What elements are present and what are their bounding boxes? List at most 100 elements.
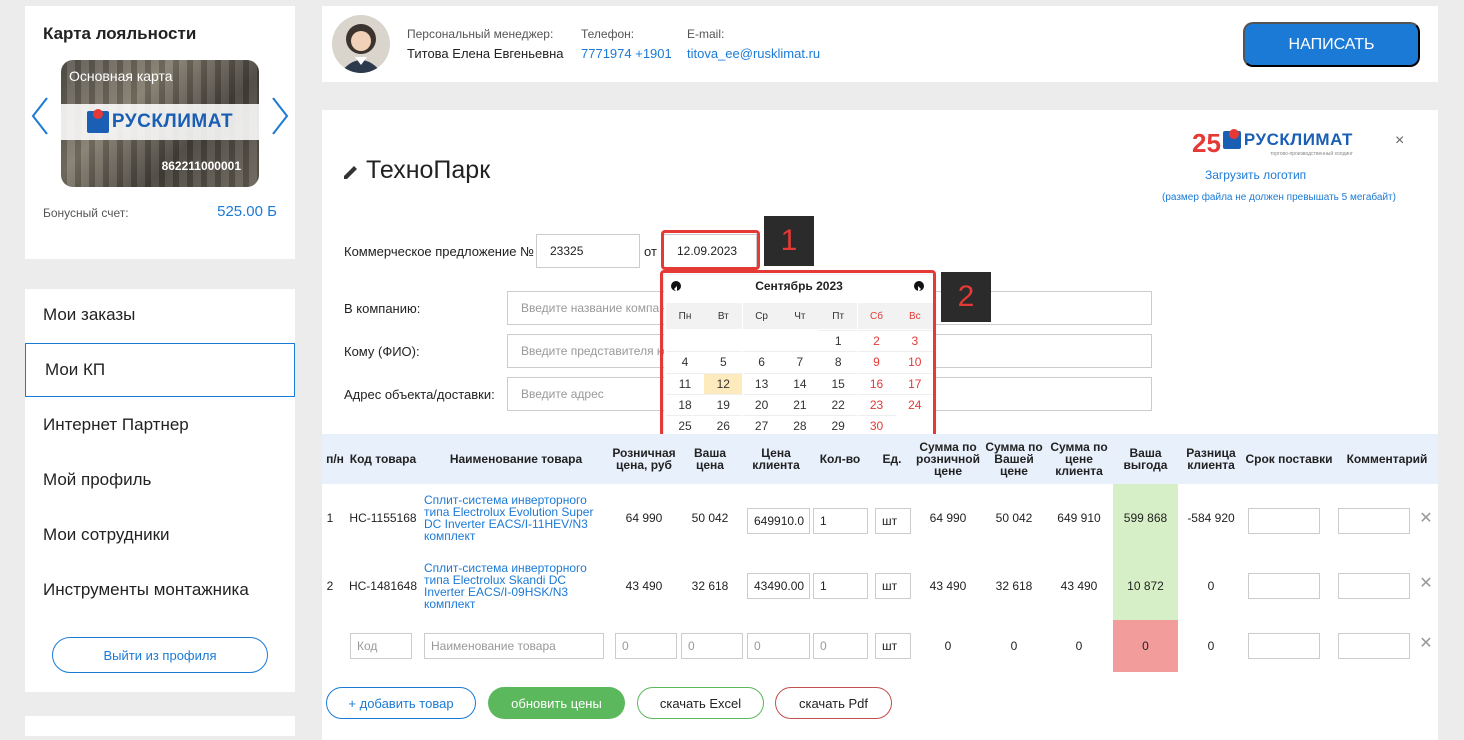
sum-retail: 64 990 <box>929 511 967 525</box>
menu-item-profile[interactable]: Мой профиль <box>25 453 295 507</box>
highlight-date <box>661 230 760 270</box>
download-pdf-button[interactable]: скачать Pdf <box>775 687 892 719</box>
table-row: 1 НС-1155168 Сплит-система инверторного … <box>322 484 1438 552</box>
email-link[interactable]: titova_ee@rusklimat.ru <box>687 46 820 61</box>
sum-your: 50 042 <box>995 511 1033 525</box>
sum-your: 32 618 <box>995 579 1033 593</box>
col-unit: Ед. <box>882 452 902 466</box>
your-price: 50 042 <box>691 511 729 525</box>
table-row: 2 НС-1481648 Сплит-система инверторного … <box>322 552 1438 620</box>
manager-label: Персональный менеджер: <box>407 27 554 41</box>
col-qty: Кол-во <box>819 452 861 466</box>
menu-item-internet-partner[interactable]: Интернет Партнер <box>25 398 295 452</box>
sum-client: 0 <box>1075 639 1083 653</box>
new-product-row: Код Наименование товара 0 0 0 0 шт 0 0 0… <box>322 620 1438 672</box>
table-header: п/н Код товара Наименование товара Розни… <box>322 434 1438 484</box>
bonus-value: 525.00 Б <box>217 203 277 220</box>
new-client-input[interactable]: 0 <box>747 633 810 659</box>
write-button[interactable]: НАПИСАТЬ <box>1243 22 1420 67</box>
new-name-input[interactable]: Наименование товара <box>424 633 604 659</box>
col-gain: Ваша выгода <box>1123 446 1168 472</box>
new-unit-select[interactable]: шт <box>875 633 911 659</box>
col-your-price: Ваша цена <box>693 446 726 472</box>
update-prices-button[interactable]: обновить цены <box>488 687 625 719</box>
col-client-price: Цена клиента <box>752 446 800 472</box>
to-label: Кому (ФИО): <box>344 344 420 359</box>
client-diff: -584 920 <box>1187 511 1235 525</box>
unit-select[interactable]: шт <box>875 573 911 599</box>
gain-value: 599 868 <box>1123 511 1168 525</box>
offer-number-input[interactable]: 23325 <box>536 234 640 268</box>
retail-price: 43 490 <box>625 579 663 593</box>
address-label: Адрес объекта/доставки: <box>344 387 495 402</box>
your-price: 32 618 <box>691 579 729 593</box>
col-sum-retail: Сумма по розничной цене <box>916 440 981 478</box>
loyalty-card-image: Основная карта РУСКЛИМАТ 862211000001 <box>61 60 259 187</box>
col-n: п/н <box>326 452 344 466</box>
chevron-right-icon[interactable] <box>269 94 291 138</box>
product-name-link[interactable]: Сплит-система инверторного типа Electrol… <box>424 552 608 620</box>
kp-title-wrap: ТехноПарк <box>342 156 490 185</box>
remove-row-icon[interactable]: ✕ <box>1418 508 1434 528</box>
gain-value: 10 872 <box>1127 579 1164 593</box>
sum-retail: 43 490 <box>929 579 967 593</box>
close-icon[interactable]: × <box>1395 132 1404 150</box>
delivery-input[interactable] <box>1248 508 1320 534</box>
product-name-link[interactable]: Сплит-система инверторного типа Electrol… <box>424 484 608 552</box>
new-code-input[interactable]: Код <box>350 633 412 659</box>
from-label: от <box>644 244 657 259</box>
bonus-label: Бонусный счет: <box>43 206 129 220</box>
sidebar-extra-panel <box>25 716 295 736</box>
chevron-left-icon[interactable] <box>29 94 51 138</box>
new-retail-input[interactable]: 0 <box>615 633 677 659</box>
company-label: В компанию: <box>344 301 421 316</box>
card-number: 862211000001 <box>161 159 241 173</box>
client-diff: 0 <box>1207 639 1215 653</box>
sum-retail: 0 <box>944 639 952 653</box>
logout-button[interactable]: Выйти из профиля <box>52 637 268 673</box>
qty-input[interactable]: 1 <box>813 508 868 534</box>
highlight-calendar <box>660 270 936 442</box>
new-your-input[interactable]: 0 <box>681 633 743 659</box>
delivery-input[interactable] <box>1248 633 1320 659</box>
comment-input[interactable] <box>1338 633 1410 659</box>
manager-name: Титова Елена Евгеньевна <box>407 46 564 61</box>
pencil-icon[interactable] <box>342 162 360 180</box>
phone-link[interactable]: 7771974 +1901 <box>581 46 672 61</box>
client-price-input[interactable]: 649910.0 <box>747 508 810 534</box>
col-sum-client: Сумма по цене клиента <box>1050 440 1108 478</box>
col-comment: Комментарий <box>1346 452 1428 466</box>
col-sum-your: Сумма по Вашей цене <box>985 440 1043 478</box>
avatar <box>332 15 390 73</box>
client-price-input[interactable]: 43490.00 <box>747 573 810 599</box>
col-delivery: Срок поставки <box>1245 452 1333 466</box>
qty-input[interactable]: 1 <box>813 573 868 599</box>
company-logo: 25 РУСКЛИМАТ торгово-производственный хо… <box>1192 128 1353 158</box>
menu-item-employees[interactable]: Мои сотрудники <box>25 508 295 562</box>
upload-logo-link[interactable]: Загрузить логотип <box>1205 168 1306 182</box>
col-diff: Разница клиента <box>1186 446 1236 472</box>
delivery-input[interactable] <box>1248 573 1320 599</box>
comment-input[interactable] <box>1338 508 1410 534</box>
comment-input[interactable] <box>1338 573 1410 599</box>
download-excel-button[interactable]: скачать Excel <box>637 687 764 719</box>
product-code: НС-1155168 <box>349 511 417 525</box>
menu-item-my-kp[interactable]: Мои КП <box>25 343 295 397</box>
menu-item-installer-tools[interactable]: Инструменты монтажника <box>25 563 295 617</box>
remove-row-icon[interactable]: ✕ <box>1418 633 1434 653</box>
rusklimat-logo: РУСКЛИМАТ <box>86 109 233 133</box>
row-number: 1 <box>326 511 334 525</box>
sidebar-menu: Мои заказы Мои КП Интернет Партнер Мой п… <box>25 289 295 692</box>
manager-panel: Персональный менеджер: Титова Елена Евге… <box>322 6 1438 82</box>
phone-label: Телефон: <box>581 27 635 41</box>
col-code: Код товара <box>349 452 417 466</box>
add-product-button[interactable]: + добавить товар <box>326 687 476 719</box>
kp-panel: ТехноПарк 25 РУСКЛИМАТ торгово-производс… <box>322 110 1438 740</box>
remove-row-icon[interactable]: ✕ <box>1418 573 1434 593</box>
sum-your: 0 <box>1010 639 1018 653</box>
menu-item-orders[interactable]: Мои заказы <box>25 288 295 342</box>
unit-select[interactable]: шт <box>875 508 911 534</box>
new-qty-input[interactable]: 0 <box>813 633 868 659</box>
loyalty-title: Карта лояльности <box>43 24 197 43</box>
email-label: E-mail: <box>687 27 725 41</box>
